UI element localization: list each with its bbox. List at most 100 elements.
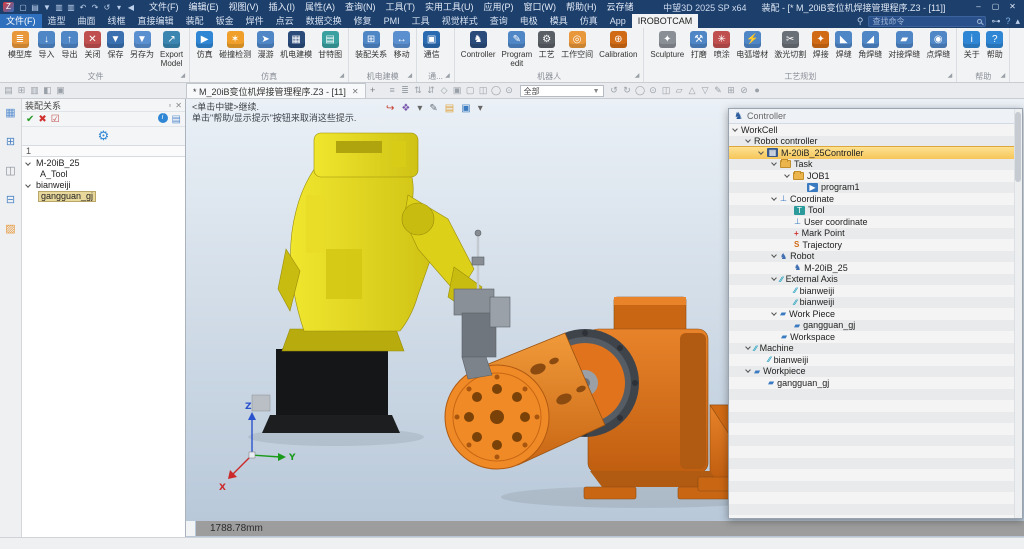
structure-icon[interactable]: ⊟ — [3, 193, 19, 208]
ribbon-button-item[interactable]: ➤漫游 — [254, 30, 277, 60]
folder-icon[interactable]: ▤ — [445, 103, 454, 115]
menu-w[interactable]: 窗口(W) — [519, 0, 562, 14]
help-icon[interactable]: ? — [1005, 16, 1010, 26]
quick-access-icon[interactable]: ▼ — [41, 3, 53, 12]
ribbon-button-item[interactable]: ≣模型库 — [5, 30, 35, 60]
docbar-icon[interactable]: ◧ — [41, 83, 54, 98]
dialog-launcher-icon[interactable]: ◢ — [340, 71, 345, 82]
chevron-down-icon[interactable] — [732, 126, 738, 132]
menu-p[interactable]: 应用(P) — [479, 0, 519, 14]
docbar-icon[interactable]: ▣ — [54, 83, 67, 98]
ribbon-button-item[interactable]: ▼保存 — [104, 30, 127, 60]
tab-item[interactable]: 查询 — [484, 14, 514, 28]
tab-item[interactable]: 焊件 — [240, 14, 270, 28]
tab-item[interactable]: 曲面 — [72, 14, 102, 28]
assembly-tree-icon[interactable]: ⊞ — [3, 135, 19, 150]
scrollbar-thumb[interactable] — [1015, 112, 1021, 182]
robot-model[interactable] — [278, 133, 482, 351]
dialog-launcher-icon[interactable]: ◢ — [1001, 71, 1006, 82]
tab-item[interactable]: 线框 — [102, 14, 132, 28]
tab-pmi[interactable]: PMI — [378, 14, 406, 28]
sketch-edit-icon[interactable]: ✎ — [429, 103, 437, 115]
ribbon-collapse-icon[interactable]: ▴ — [1015, 16, 1020, 27]
pin-icon[interactable]: ⚲ — [857, 16, 864, 27]
quick-access-icon[interactable]: ▥ — [53, 3, 65, 12]
tab-item[interactable]: 直接编辑 — [132, 14, 180, 28]
view-manager-icon[interactable]: ▨ — [3, 222, 19, 237]
chevron-down-icon[interactable] — [25, 160, 31, 166]
docbar-icon[interactable]: ▣ — [451, 83, 464, 98]
quick-access-icon[interactable]: ↷ — [89, 3, 101, 12]
dialog-launcher-icon[interactable]: ◢ — [445, 71, 450, 82]
tree-item-robot-controller[interactable]: Robot controller — [729, 136, 1014, 148]
new-tab-button[interactable]: + — [366, 83, 380, 98]
tab-irobotcam[interactable]: IROBOTCAM — [632, 14, 699, 28]
tree-item-tool[interactable]: TTool — [729, 205, 1014, 217]
prompt-icon[interactable]: ▤ — [172, 113, 181, 126]
apply-check-icon[interactable]: ☑ — [51, 113, 60, 126]
chevron-down-icon[interactable] — [771, 195, 777, 201]
docbar-icon[interactable]: ⊙ — [503, 83, 516, 98]
docbar-icon[interactable]: ↻ — [621, 83, 634, 98]
ribbon-button-item[interactable]: ◣焊缝 — [832, 30, 855, 60]
quick-access-icon[interactable]: ▢ — [17, 3, 29, 12]
tree-item-user-coordinate[interactable]: ⊥User coordinate — [729, 216, 1014, 228]
ribbon-button-item[interactable]: ▶仿真 — [193, 30, 216, 60]
manager-grid-icon[interactable]: ▦ — [3, 106, 19, 121]
tab-item[interactable]: 点云 — [270, 14, 300, 28]
docbar-icon[interactable]: ◯ — [490, 83, 503, 98]
tree-item-gangguan-gj[interactable]: ▰gangguan_gj — [729, 320, 1014, 332]
ribbon-button-item[interactable]: ⚡电弧增材 — [733, 30, 771, 60]
ribbon-button-item[interactable]: ▣通信 — [420, 30, 443, 60]
ribbon-button-item[interactable]: ✶碰撞检测 — [216, 30, 254, 60]
close-button[interactable]: ✕ — [1004, 0, 1021, 14]
tree-item-machine[interactable]: ∕∕Machine — [729, 343, 1014, 355]
menu-t[interactable]: 工具(T) — [381, 0, 421, 14]
render-style-arrow-icon[interactable]: ▾ — [417, 103, 422, 115]
tab-close-icon[interactable]: ✕ — [352, 87, 359, 96]
exit-icon[interactable]: ↪ — [386, 103, 394, 115]
minimize-button[interactable]: – — [970, 0, 987, 14]
menu-e[interactable]: 编辑(E) — [184, 0, 224, 14]
tree-item-job1[interactable]: JOB1 — [729, 170, 1014, 182]
ribbon-button-program-edit[interactable]: ✎Program edit — [498, 30, 535, 69]
ribbon-button-item[interactable]: ⚙工艺 — [535, 30, 558, 60]
menu-v[interactable]: 视图(V) — [224, 0, 264, 14]
chevron-down-icon[interactable] — [745, 137, 751, 143]
tree-item-gangguan-gj[interactable]: ▰gangguan_gj — [729, 377, 1014, 389]
tree-item-gangguan-gj[interactable]: gangguan_gj — [22, 191, 185, 202]
quick-access-icon[interactable]: ↶ — [77, 3, 89, 12]
ribbon-button-item[interactable]: ↔移动 — [390, 30, 413, 60]
menu-n[interactable]: 查询(N) — [340, 0, 381, 14]
ribbon-button-item[interactable]: ✳喷涂 — [710, 30, 733, 60]
chevron-down-icon[interactable] — [25, 182, 31, 188]
restore-button[interactable]: ▢ — [987, 0, 1004, 14]
docbar-icon[interactable]: ◫ — [477, 83, 490, 98]
tree-item-bianweiji[interactable]: ∕∕bianweiji — [729, 285, 1014, 297]
tree-item-m-20ib-25[interactable]: M-20iB_25 — [22, 158, 185, 169]
tab-item[interactable]: 工具 — [406, 14, 436, 28]
solid-display-arrow-icon[interactable]: ▾ — [478, 103, 483, 115]
tree-item-trajectory[interactable]: STrajectory — [729, 239, 1014, 251]
docbar-icon[interactable]: ⇅ — [412, 83, 425, 98]
docbar-icon[interactable]: ▱ — [673, 83, 686, 98]
quick-access-icon[interactable]: ◀ — [125, 3, 137, 12]
docbar-icon[interactable]: ⊞ — [725, 83, 738, 98]
ribbon-button-item[interactable]: i关于 — [960, 30, 983, 60]
chevron-down-icon[interactable] — [758, 149, 764, 155]
info-icon[interactable]: i — [158, 113, 168, 123]
menu-u[interactable]: 实用工具(U) — [420, 0, 479, 14]
scrollbar[interactable] — [1014, 109, 1022, 518]
document-tab[interactable]: * M_20iB变位机焊接管理程序.Z3 - [11] ✕ — [186, 83, 366, 98]
docbar-icon[interactable]: ⊘ — [738, 83, 751, 98]
tab-item[interactable]: 视觉样式 — [436, 14, 484, 28]
menu-i[interactable]: 插入(I) — [264, 0, 301, 14]
ribbon-button-item[interactable]: ◢角焊缝 — [855, 30, 885, 60]
tab-item[interactable]: 装配 — [180, 14, 210, 28]
tree-item-workcell[interactable]: WorkCell — [729, 124, 1014, 136]
cancel-icon[interactable]: ✖ — [38, 113, 46, 126]
docbar-icon[interactable]: ⊞ — [15, 83, 28, 98]
constraint-icon[interactable]: ◫ — [3, 164, 19, 179]
ribbon-button-item[interactable]: ◎工作空间 — [558, 30, 596, 60]
tree-item-bianweiji[interactable]: bianweiji — [22, 180, 185, 191]
